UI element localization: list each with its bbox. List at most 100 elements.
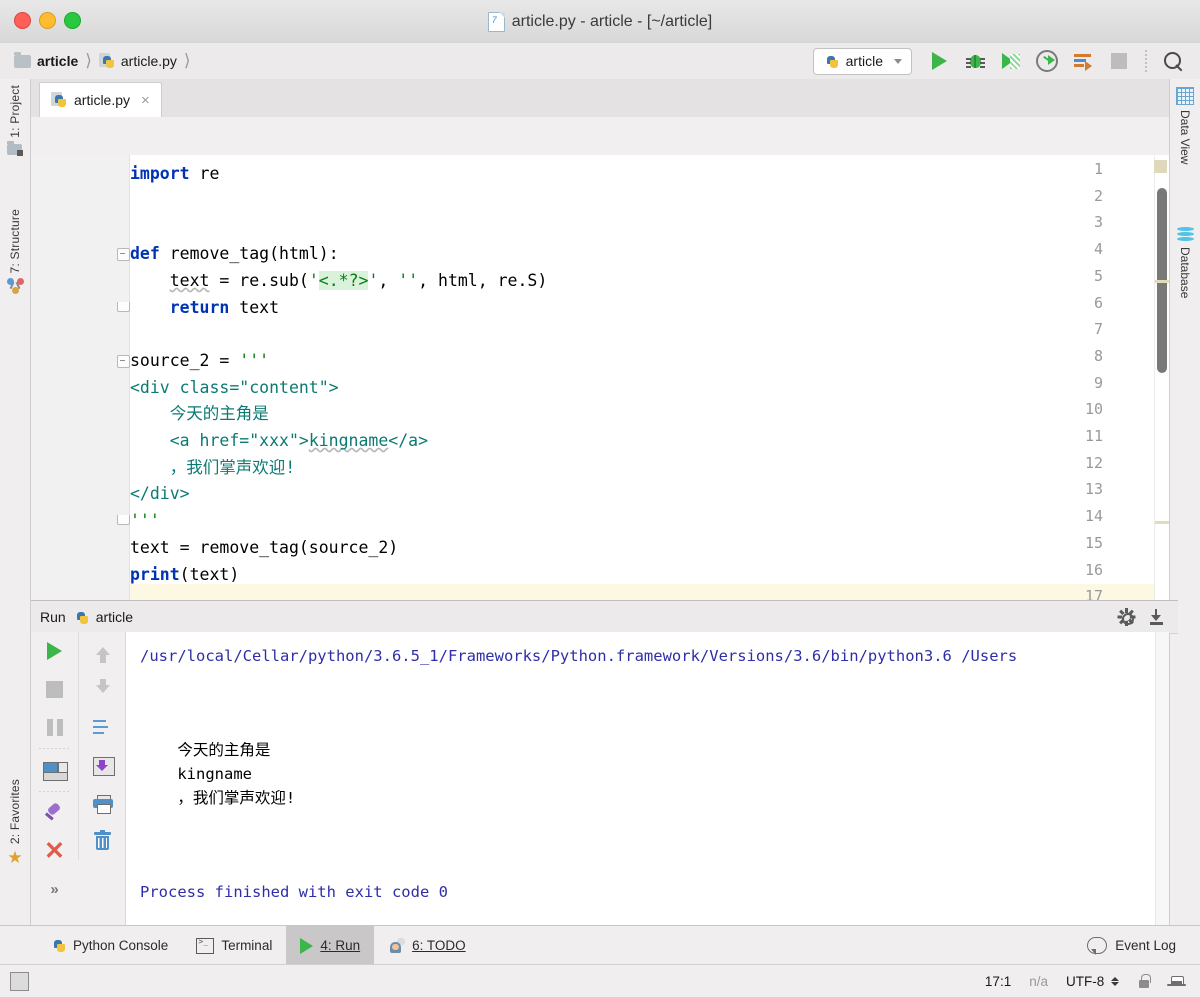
settings-gear-button[interactable]	[1117, 608, 1137, 626]
code-line[interactable]: def remove_tag(html):	[130, 240, 339, 267]
rerun-button[interactable]	[31, 632, 78, 670]
toggle-tool-windows-button[interactable]	[10, 971, 29, 991]
pause-icon	[46, 718, 63, 736]
scroll-to-end-button[interactable]	[1149, 609, 1164, 625]
encoding-label: UTF-8	[1065, 973, 1105, 989]
editor-tab-article-py[interactable]: article.py ×	[39, 82, 162, 117]
debug-button[interactable]	[958, 46, 992, 76]
close-icon[interactable]: ×	[141, 92, 150, 109]
code-fold-button[interactable]	[117, 354, 130, 368]
code-line[interactable]: print(text)	[130, 561, 239, 588]
line-separator[interactable]: n/a	[1029, 974, 1048, 989]
sidebar-item-label: Database	[1178, 247, 1192, 299]
code-line[interactable]: return text	[130, 294, 279, 321]
code-fold-button[interactable]	[117, 248, 130, 262]
run-console-output[interactable]: /usr/local/Cellar/python/3.6.5_1/Framewo…	[126, 632, 1169, 925]
lock-icon[interactable]	[1137, 974, 1151, 988]
run-with-console-button[interactable]	[1066, 46, 1100, 76]
profile-button[interactable]	[1030, 46, 1064, 76]
code-line[interactable]: text = re.sub('<.*?>', '', html, re.S)	[130, 267, 547, 294]
code-token: '''	[239, 350, 270, 370]
run-configuration-selector[interactable]: article	[812, 47, 912, 75]
soft-wrap-button[interactable]	[79, 708, 126, 746]
run-button[interactable]	[922, 46, 956, 76]
bottom-tab-run[interactable]: 4: Run	[286, 926, 375, 965]
pause-output-button[interactable]	[31, 708, 78, 746]
code-line[interactable]: text = remove_tag(source_2)	[130, 534, 398, 561]
more-button[interactable]: »	[31, 870, 78, 908]
breadcrumb-item-project[interactable]: article	[14, 51, 82, 69]
sidebar-item-data-view[interactable]: Data View	[1170, 87, 1200, 164]
clear-all-button[interactable]	[79, 822, 126, 860]
run-configuration-label: article	[845, 53, 883, 69]
code-line[interactable]: </div>	[130, 480, 190, 507]
left-tool-window-stripe: 1: Project 7: Structure ★ 2: Favorites	[0, 79, 31, 996]
window-controls[interactable]	[14, 12, 81, 29]
editor-gutter[interactable]	[31, 155, 130, 600]
sidebar-item-favorites[interactable]: ★ 2: Favorites	[0, 779, 30, 866]
code-token: 今天的主角是	[130, 404, 269, 424]
python-icon	[50, 937, 66, 954]
arrow-down-icon	[95, 679, 110, 693]
hector-hat-icon[interactable]	[1167, 974, 1186, 989]
pin-tab-button[interactable]	[31, 794, 78, 832]
print-icon	[92, 794, 113, 814]
code-line[interactable]: '''	[130, 507, 160, 534]
code-token: ''	[398, 270, 419, 290]
stop-button[interactable]	[1102, 46, 1136, 76]
code-line[interactable]: <div class="content">	[130, 374, 339, 401]
bottom-tab-todo[interactable]: 6: TODO	[374, 926, 480, 965]
code-line[interactable]: source_2 = '''	[130, 347, 269, 374]
print-button[interactable]	[79, 784, 126, 822]
close-window-button[interactable]	[14, 12, 31, 29]
maximize-window-button[interactable]	[64, 12, 81, 29]
sidebar-item-label: 2: Favorites	[8, 779, 22, 845]
navigation-toolbar: article ⟩ article.py ⟩ article	[0, 43, 1200, 80]
bottom-tab-python-console[interactable]: Python Console	[36, 926, 182, 965]
down-the-stack-trace-button[interactable]	[79, 670, 126, 708]
search-everywhere-button[interactable]	[1156, 46, 1190, 76]
editor-code-content[interactable]: import re def remove_tag(html): text = re…	[130, 155, 1169, 600]
caret-position[interactable]: 17:1	[985, 974, 1011, 989]
pycharm-window: 7 article.py - article - [~/article] art…	[0, 0, 1200, 997]
stop-process-button[interactable]	[31, 670, 78, 708]
code-token: def	[130, 244, 160, 264]
close-tab-button[interactable]: ✕	[31, 832, 78, 870]
fold-box	[117, 248, 130, 262]
minimize-window-button[interactable]	[39, 12, 56, 29]
play-icon	[47, 642, 62, 660]
console-scrollbar[interactable]	[1155, 632, 1169, 925]
up-the-stack-trace-button[interactable]	[79, 632, 126, 670]
data-view-icon	[1176, 87, 1194, 105]
event-log-button[interactable]: Event Log	[1087, 937, 1200, 955]
code-token: <div class="content">	[130, 377, 339, 397]
code-line[interactable]: <a href="xxx">kingname</a>	[130, 427, 428, 454]
python-file-icon	[51, 91, 67, 109]
code-token: re	[189, 164, 220, 183]
sidebar-item-database[interactable]: Database	[1170, 227, 1200, 298]
chevron-double-right-icon: »	[50, 880, 59, 898]
code-line[interactable]: ，我们掌声欢迎!	[130, 454, 295, 481]
coverage-icon	[1002, 52, 1020, 70]
run-coverage-button[interactable]	[994, 46, 1028, 76]
code-fold-end-marker[interactable]	[117, 515, 130, 528]
code-line[interactable]: import re	[130, 160, 219, 187]
sidebar-item-project[interactable]: 1: Project	[0, 85, 30, 156]
soft-wrap-icon	[93, 719, 112, 735]
layout-settings-button[interactable]	[31, 751, 78, 789]
breadcrumb-item-file[interactable]: article.py	[98, 52, 181, 70]
code-fold-end-marker[interactable]	[117, 301, 130, 315]
bottom-tab-terminal[interactable]: Terminal	[182, 926, 286, 965]
pin-icon	[44, 801, 65, 824]
editor-scrollbar[interactable]	[1154, 155, 1169, 600]
code-token: kingname	[308, 431, 389, 450]
code-line[interactable]: 今天的主角是	[130, 400, 269, 427]
export-button[interactable]	[79, 746, 126, 784]
main-toolbar-actions: article	[812, 46, 1200, 76]
export-icon	[92, 756, 115, 776]
encoding-selector[interactable]: UTF-8	[1066, 974, 1119, 989]
sidebar-item-structure[interactable]: 7: Structure	[0, 209, 30, 295]
console-exit-message: Process finished with exit code 0	[140, 883, 448, 901]
code-editor[interactable]: 1 2 3 4 5 6 7 8 9 10 11 12 13 14 15 16 17 import re def r…	[31, 155, 1169, 600]
